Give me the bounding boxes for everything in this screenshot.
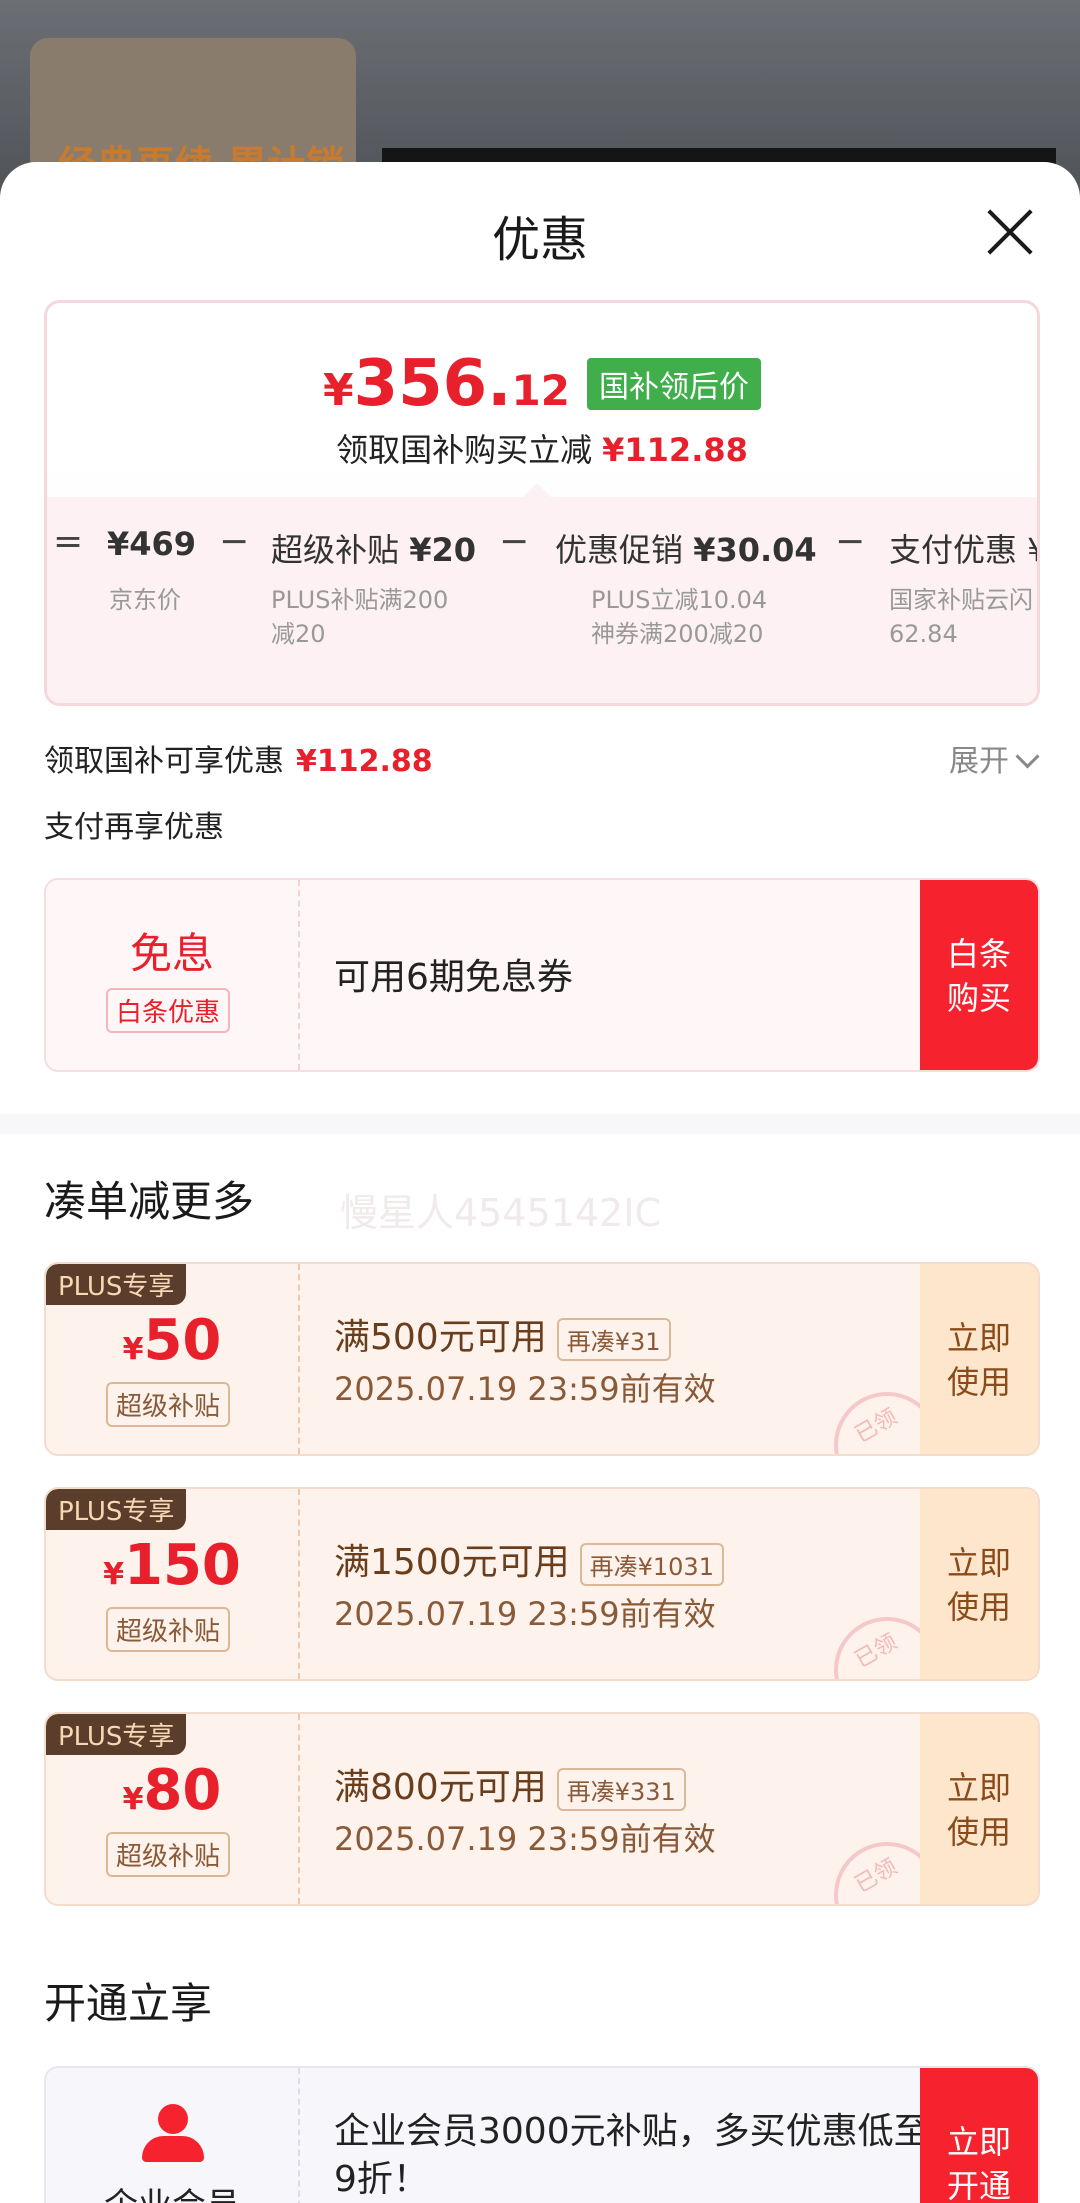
- baitiao-main: 免息: [129, 929, 214, 978]
- price-subtitle: 领取国补购买立减 ¥112.88: [336, 431, 748, 469]
- price-card: ¥356.12 国补领后价 领取国补购买立减 ¥112.88 = ¥469 京东价…: [44, 300, 1040, 706]
- coupon-condition: 满800元可用 再凑¥331: [334, 1758, 686, 1811]
- breakdown-item-jd-price: ¥469: [107, 525, 197, 563]
- baitiao-tag: 白条优惠: [106, 988, 231, 1033]
- coupon-date: 2025.07.19 23:59前有效: [334, 1370, 716, 1408]
- coupons-section-title: 凑单减更多: [44, 1177, 255, 1226]
- user-icon: [142, 2104, 204, 2164]
- sheet-title: 优惠: [491, 212, 588, 268]
- coupon-condition: 满500元可用 再凑¥31: [334, 1308, 671, 1361]
- member-text: 企业会员3000元补贴，多买优惠低至9折！: [334, 2111, 930, 2200]
- gov-subsidy-amount: ¥112.88: [296, 744, 433, 779]
- breakdown-item-promotion: 优惠促销 ¥30.04: [555, 531, 817, 569]
- member-card: 企业会员 企业会员3000元补贴，多买优惠低至9折！ 立即开通: [44, 2066, 1040, 2203]
- breakdown-item-super-subsidy: 超级补贴 ¥20: [271, 531, 476, 569]
- baitiao-card: 免息 白条优惠 可用6期免息券 白条 购买: [44, 878, 1040, 1072]
- breakdown-item-payment: 支付优惠 ¥: [889, 531, 1040, 569]
- coupon-card: PLUS专享 ¥80 超级补贴 满800元可用 再凑¥331 2025.07.19…: [44, 1712, 1040, 1906]
- breakdown-pointer: [523, 483, 551, 497]
- baitiao-left: 免息 白条优惠: [46, 880, 300, 1070]
- coupon-card: PLUS专享 ¥50 超级补贴 满500元可用 再凑¥31 2025.07.19 …: [44, 1262, 1040, 1456]
- coupon-card: PLUS专享 ¥150 超级补贴 满1500元可用 再凑¥1031 2025.07…: [44, 1487, 1040, 1681]
- use-now-button[interactable]: 立即 使用: [920, 1714, 1038, 1904]
- watermark: 慢星人4545142IC: [340, 1191, 661, 1235]
- baitiao-text: 可用6期免息券: [334, 957, 573, 998]
- plus-badge: PLUS专享: [46, 1264, 187, 1305]
- final-price-row: ¥356.12 国补领后价: [47, 347, 1037, 421]
- gov-subsidy-badge: 国补领后价: [587, 358, 762, 410]
- expand-button[interactable]: 展开: [949, 736, 1040, 780]
- price-breakdown: = ¥469 京东价 − 超级补贴 ¥20 PLUS补贴满200 减20 − 优…: [47, 497, 1037, 703]
- breakdown-symbol: −: [219, 521, 250, 562]
- pay-discount-label: 支付再享优惠: [44, 810, 224, 845]
- coupon-gap-chip: 再凑¥331: [556, 1767, 686, 1811]
- subtitle-amount: ¥112.88: [602, 431, 748, 469]
- member-name: 企业会员: [46, 2178, 298, 2203]
- section-divider: [0, 1114, 1080, 1134]
- open-now-button[interactable]: 立即 开通: [920, 2068, 1038, 2203]
- coupon-tag: 超级补贴: [106, 1607, 231, 1652]
- coupon-amount: ¥50: [122, 1308, 222, 1373]
- coupon-amount: ¥150: [103, 1533, 241, 1598]
- coupon-date: 2025.07.19 23:59前有效: [334, 1595, 716, 1633]
- gov-subsidy-row: 领取国补可享优惠 ¥112.88: [44, 744, 433, 779]
- breakdown-desc: 京东价: [109, 586, 181, 614]
- coupon-date: 2025.07.19 23:59前有效: [334, 1820, 716, 1858]
- breakdown-symbol: −: [835, 521, 866, 562]
- breakdown-symbol: −: [499, 521, 530, 562]
- discount-sheet: 优惠 ¥356.12 国补领后价 领取国补购买立减 ¥112.88 = ¥469 …: [0, 162, 1080, 2203]
- coupon-tag: 超级补贴: [106, 1832, 231, 1877]
- coupon-tag: 超级补贴: [106, 1382, 231, 1427]
- coupon-gap-chip: 再凑¥31: [556, 1317, 671, 1361]
- baitiao-buy-button[interactable]: 白条 购买: [920, 880, 1038, 1070]
- member-section-title: 开通立享: [44, 1979, 213, 2028]
- breakdown-desc: PLUS立减10.04 神券满200减20: [591, 586, 768, 648]
- close-icon[interactable]: [984, 206, 1036, 258]
- plus-badge: PLUS专享: [46, 1714, 187, 1755]
- breakdown-desc: 国家补贴云闪 62.84: [889, 586, 1033, 648]
- plus-badge: PLUS专享: [46, 1489, 187, 1530]
- use-now-button[interactable]: 立即 使用: [920, 1489, 1038, 1679]
- coupon-amount: ¥80: [122, 1758, 222, 1823]
- coupon-gap-chip: 再凑¥1031: [579, 1542, 724, 1586]
- chevron-down-icon: [1015, 744, 1040, 769]
- breakdown-desc: PLUS补贴满200 减20: [271, 586, 449, 648]
- use-now-button[interactable]: 立即 使用: [920, 1264, 1038, 1454]
- coupon-condition: 满1500元可用 再凑¥1031: [334, 1533, 724, 1586]
- final-price: ¥356.12: [322, 347, 570, 421]
- breakdown-symbol: =: [53, 521, 84, 562]
